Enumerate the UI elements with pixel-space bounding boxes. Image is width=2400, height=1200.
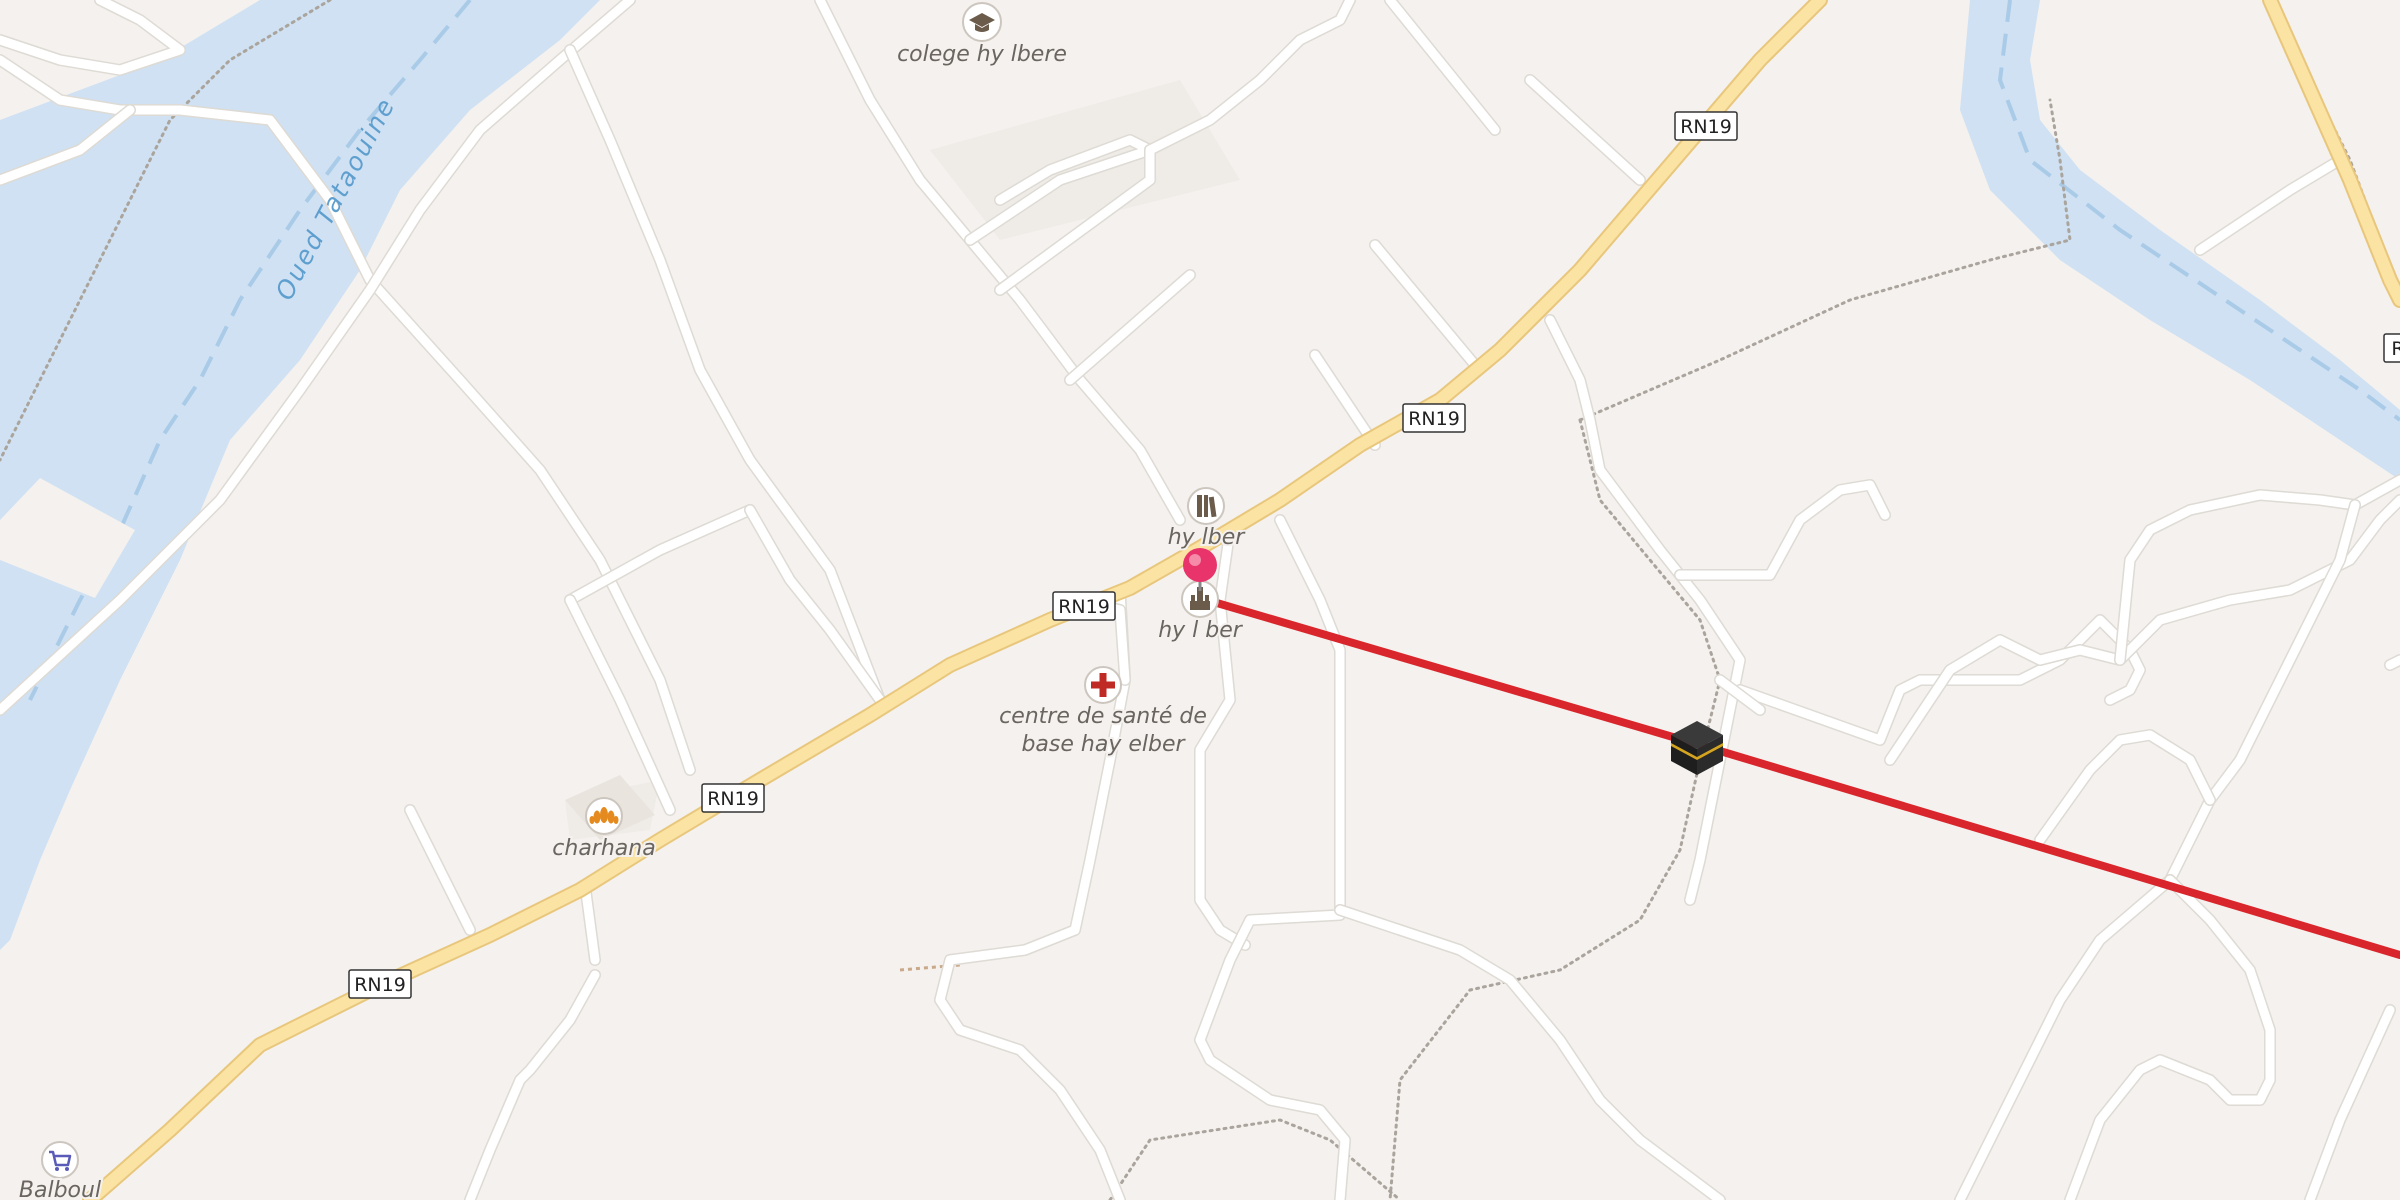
graduation-cap-icon — [962, 2, 1002, 42]
svg-text:R: R — [2391, 338, 2400, 360]
shopping-cart-icon — [41, 1141, 79, 1179]
poi-label: centre de santé de — [999, 704, 1207, 729]
poi-label: hy l ber — [1158, 618, 1244, 643]
road-shield: RN19 — [1052, 591, 1116, 621]
road-shield: R — [2383, 333, 2400, 363]
poi-label: base hay elber — [1021, 732, 1186, 757]
poi-label: charhana — [552, 836, 655, 861]
road-shield: RN19 — [348, 969, 412, 999]
poi-label: colege hy lbere — [897, 42, 1067, 67]
svg-text:RN19: RN19 — [1680, 116, 1732, 138]
svg-text:RN19: RN19 — [1408, 408, 1460, 430]
map-canvas[interactable]: Oued Tataouine RN19 RN19 RN19 RN19 RN19 … — [0, 0, 2400, 1200]
poi-label: Balboul — [19, 1178, 101, 1200]
road-shield: RN19 — [1674, 111, 1738, 141]
svg-text:RN19: RN19 — [354, 974, 406, 996]
croissant-icon — [585, 797, 623, 835]
library-icon — [1187, 487, 1225, 525]
road-shield: RN19 — [701, 783, 765, 813]
svg-text:RN19: RN19 — [707, 788, 759, 810]
poi-label: hy lber — [1168, 525, 1247, 550]
red-cross-icon — [1084, 666, 1122, 704]
svg-text:RN19: RN19 — [1058, 596, 1110, 618]
road-shield: RN19 — [1402, 403, 1466, 433]
